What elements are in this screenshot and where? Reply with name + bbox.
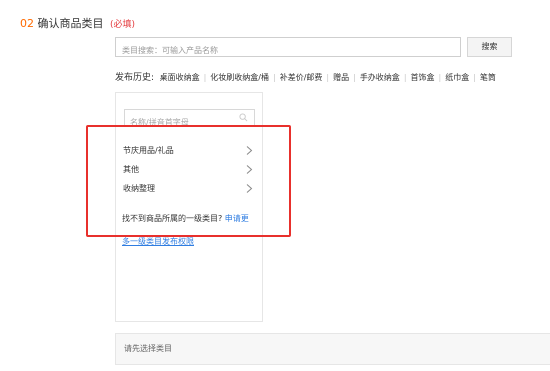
category-item-other[interactable]: 其他 <box>123 160 259 179</box>
history-label: 发布历史: <box>115 73 155 83</box>
category-search-input[interactable] <box>116 41 460 60</box>
panel-search-box[interactable] <box>124 109 255 130</box>
history-item[interactable]: 首饰盒 <box>411 73 435 82</box>
separator: | <box>438 73 442 82</box>
category-search-box[interactable] <box>115 37 461 60</box>
section-label: 确认商品类目 <box>37 17 104 30</box>
history-item[interactable]: 化妆刷收纳盒/桶 <box>210 73 269 82</box>
apply-permission-link[interactable]: 多一级类目发布权限 <box>122 237 194 246</box>
panel-search-input[interactable] <box>125 115 245 130</box>
search-icon <box>239 113 248 122</box>
separator: | <box>403 73 407 82</box>
separator: | <box>203 73 207 82</box>
history-item[interactable]: 笔筒 <box>480 73 496 82</box>
required-marker: (必填) <box>110 20 136 30</box>
help-text: 找不到商品所属的一级类目? <box>122 214 223 223</box>
category-item-festival-gifts[interactable]: 节庆用品/礼品 <box>123 141 259 160</box>
apply-more-link[interactable]: 申请更 <box>225 214 249 223</box>
selected-category-bar: 请先选择类目 <box>115 333 550 365</box>
category-label: 节庆用品/礼品 <box>123 146 174 155</box>
chevron-right-icon <box>246 184 253 193</box>
status-text: 请先选择类目 <box>124 344 172 353</box>
section-number: 02 <box>20 17 34 30</box>
section-title: 02 确认商品类目 (必填) <box>20 17 135 32</box>
separator: | <box>326 73 330 82</box>
category-item-storage[interactable]: 收纳整理 <box>123 179 259 198</box>
separator: | <box>473 73 476 82</box>
history-item[interactable]: 桌面收纳盒 <box>160 73 200 82</box>
history-item[interactable]: 补差价/邮费 <box>280 73 323 82</box>
category-list: 节庆用品/礼品 其他 收纳整理 <box>123 141 259 198</box>
category-label: 收纳整理 <box>123 184 155 193</box>
history-item[interactable]: 纸巾盒 <box>445 73 469 82</box>
category-help: 找不到商品所属的一级类目? 申请更 多一级类目发布权限 <box>122 207 262 253</box>
chevron-right-icon <box>246 165 253 174</box>
separator: | <box>273 73 276 82</box>
history-item[interactable]: 赠品 <box>333 73 349 82</box>
search-button[interactable]: 搜索 <box>467 37 512 57</box>
history-item[interactable]: 手办收纳盒 <box>360 73 400 82</box>
category-label: 其他 <box>123 165 139 174</box>
publish-history: 发布历史: 桌面收纳盒 | 化妆刷收纳盒/桶 | 补差价/邮费 | 赠品 | 手办收纳盒 | 首饰盒… <box>115 70 496 83</box>
chevron-right-icon <box>246 146 253 155</box>
separator: | <box>353 73 356 82</box>
